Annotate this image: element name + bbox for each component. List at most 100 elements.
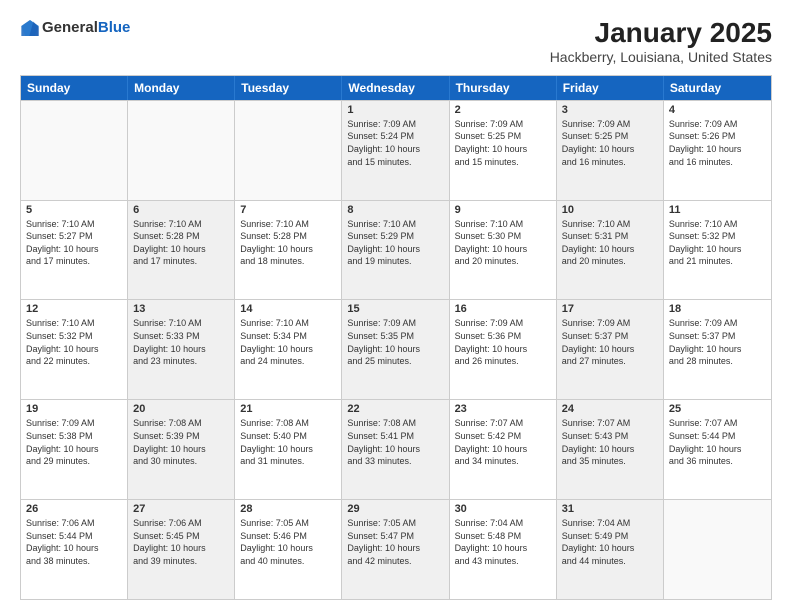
title-block: January 2025 Hackberry, Louisiana, Unite… [550,18,772,65]
cell-line: Daylight: 10 hours [562,443,658,456]
cell-line: and 17 minutes. [26,255,122,268]
cell-line: Sunrise: 7:04 AM [562,517,658,530]
cell-line: and 36 minutes. [669,455,766,468]
cell-line: and 29 minutes. [26,455,122,468]
weekday-header: Tuesday [235,76,342,100]
calendar-cell: 27Sunrise: 7:06 AMSunset: 5:45 PMDayligh… [128,500,235,599]
cell-line: Daylight: 10 hours [455,542,551,555]
cell-line: Sunset: 5:31 PM [562,230,658,243]
cell-line: Sunset: 5:35 PM [347,330,443,343]
calendar-subtitle: Hackberry, Louisiana, United States [550,49,772,65]
cell-line: Sunrise: 7:09 AM [669,118,766,131]
cell-line: and 17 minutes. [133,255,229,268]
cell-line: Daylight: 10 hours [133,542,229,555]
calendar-cell: 31Sunrise: 7:04 AMSunset: 5:49 PMDayligh… [557,500,664,599]
cell-line: and 20 minutes. [455,255,551,268]
day-number: 14 [240,303,336,315]
calendar-cell: 21Sunrise: 7:08 AMSunset: 5:40 PMDayligh… [235,400,342,499]
day-number: 2 [455,104,551,116]
cell-line: and 25 minutes. [347,355,443,368]
cell-line: Sunset: 5:34 PM [240,330,336,343]
cell-line: Sunrise: 7:10 AM [133,218,229,231]
cell-line: Sunrise: 7:10 AM [240,317,336,330]
cell-line: Sunrise: 7:09 AM [347,317,443,330]
calendar-cell: 8Sunrise: 7:10 AMSunset: 5:29 PMDaylight… [342,201,449,300]
calendar-header: SundayMondayTuesdayWednesdayThursdayFrid… [21,76,771,100]
cell-line: Sunrise: 7:09 AM [347,118,443,131]
cell-line: Sunrise: 7:10 AM [562,218,658,231]
cell-line: Sunset: 5:43 PM [562,430,658,443]
calendar-cell: 10Sunrise: 7:10 AMSunset: 5:31 PMDayligh… [557,201,664,300]
calendar-cell: 25Sunrise: 7:07 AMSunset: 5:44 PMDayligh… [664,400,771,499]
day-number: 5 [26,204,122,216]
cell-line: and 38 minutes. [26,555,122,568]
cell-line: Sunrise: 7:07 AM [562,417,658,430]
cell-line: and 34 minutes. [455,455,551,468]
calendar-cell: 5Sunrise: 7:10 AMSunset: 5:27 PMDaylight… [21,201,128,300]
day-number: 18 [669,303,766,315]
cell-line: Daylight: 10 hours [240,243,336,256]
cell-line: and 40 minutes. [240,555,336,568]
calendar-cell: 13Sunrise: 7:10 AMSunset: 5:33 PMDayligh… [128,300,235,399]
cell-line: Sunset: 5:33 PM [133,330,229,343]
day-number: 19 [26,403,122,415]
cell-line: and 30 minutes. [133,455,229,468]
day-number: 21 [240,403,336,415]
cell-line: Sunset: 5:38 PM [26,430,122,443]
cell-line: Daylight: 10 hours [455,143,551,156]
cell-line: Sunset: 5:37 PM [669,330,766,343]
cell-line: Sunset: 5:30 PM [455,230,551,243]
cell-line: Daylight: 10 hours [669,443,766,456]
logo-icon [20,18,40,38]
cell-line: Daylight: 10 hours [455,243,551,256]
cell-line: and 27 minutes. [562,355,658,368]
calendar-row: 5Sunrise: 7:10 AMSunset: 5:27 PMDaylight… [21,200,771,300]
cell-line: and 19 minutes. [347,255,443,268]
cell-line: Sunset: 5:37 PM [562,330,658,343]
day-number: 22 [347,403,443,415]
cell-line: Sunset: 5:48 PM [455,530,551,543]
day-number: 20 [133,403,229,415]
cell-line: Sunset: 5:46 PM [240,530,336,543]
cell-line: Daylight: 10 hours [669,243,766,256]
cell-line: Daylight: 10 hours [26,343,122,356]
day-number: 29 [347,503,443,515]
day-number: 13 [133,303,229,315]
cell-line: and 16 minutes. [669,156,766,169]
day-number: 28 [240,503,336,515]
calendar-cell [235,101,342,200]
cell-line: Daylight: 10 hours [240,542,336,555]
cell-line: and 26 minutes. [455,355,551,368]
weekday-header: Saturday [664,76,771,100]
cell-line: Sunrise: 7:10 AM [347,218,443,231]
cell-line: Sunset: 5:40 PM [240,430,336,443]
cell-line: and 15 minutes. [347,156,443,169]
calendar-cell: 12Sunrise: 7:10 AMSunset: 5:32 PMDayligh… [21,300,128,399]
calendar-cell: 15Sunrise: 7:09 AMSunset: 5:35 PMDayligh… [342,300,449,399]
calendar-cell: 20Sunrise: 7:08 AMSunset: 5:39 PMDayligh… [128,400,235,499]
cell-line: Daylight: 10 hours [133,343,229,356]
cell-line: Daylight: 10 hours [240,443,336,456]
calendar-cell: 2Sunrise: 7:09 AMSunset: 5:25 PMDaylight… [450,101,557,200]
day-number: 25 [669,403,766,415]
cell-line: Daylight: 10 hours [562,243,658,256]
cell-line: Sunrise: 7:10 AM [669,218,766,231]
calendar-cell: 26Sunrise: 7:06 AMSunset: 5:44 PMDayligh… [21,500,128,599]
cell-line: Sunset: 5:25 PM [455,130,551,143]
day-number: 12 [26,303,122,315]
cell-line: and 22 minutes. [26,355,122,368]
calendar-cell: 18Sunrise: 7:09 AMSunset: 5:37 PMDayligh… [664,300,771,399]
calendar-cell: 9Sunrise: 7:10 AMSunset: 5:30 PMDaylight… [450,201,557,300]
weekday-header: Wednesday [342,76,449,100]
page: GeneralBlue January 2025 Hackberry, Loui… [0,0,792,612]
cell-line: Sunrise: 7:05 AM [240,517,336,530]
cell-line: Daylight: 10 hours [455,343,551,356]
cell-line: and 18 minutes. [240,255,336,268]
cell-line: Daylight: 10 hours [133,243,229,256]
day-number: 23 [455,403,551,415]
cell-line: Sunrise: 7:10 AM [26,218,122,231]
cell-line: and 43 minutes. [455,555,551,568]
cell-line: Sunrise: 7:09 AM [562,317,658,330]
cell-line: Daylight: 10 hours [347,343,443,356]
cell-line: and 23 minutes. [133,355,229,368]
